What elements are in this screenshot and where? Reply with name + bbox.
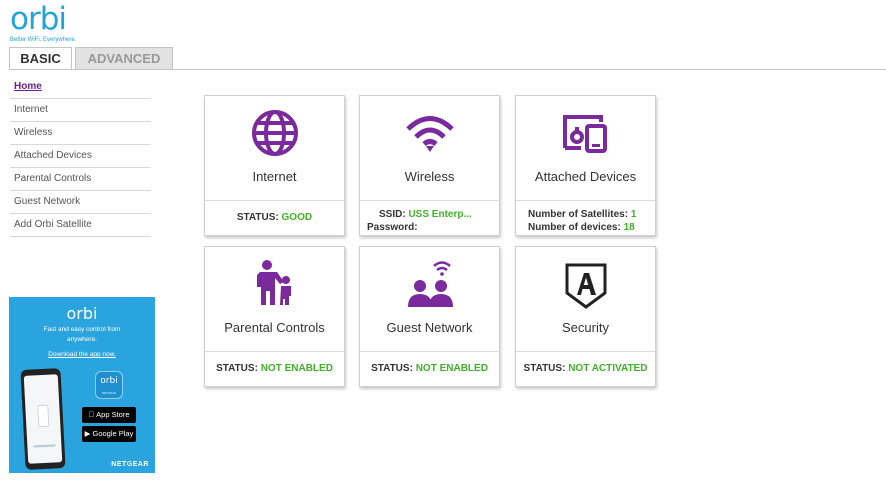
card-title: Wireless xyxy=(404,169,455,184)
status-value: NOT ACTIVATED xyxy=(568,363,648,374)
ad-text-line: anywhere. xyxy=(67,336,97,343)
devices-icon xyxy=(516,108,655,160)
orbi-app-icon: orbi NETGEAR xyxy=(95,371,123,399)
download-app-link[interactable]: Download the app now. xyxy=(9,351,155,358)
wireless-info: SSID: USS Enterp... Password: xyxy=(367,209,472,233)
status-text: STATUS: NOT ENABLED xyxy=(216,363,333,374)
sidebar-item-label: Add Orbi Satellite xyxy=(14,219,92,230)
main-tabs: BASIC ADVANCED xyxy=(9,47,176,70)
sidebar-item-label: Attached Devices xyxy=(14,150,92,161)
card-title: Parental Controls xyxy=(224,320,325,335)
status-value: GOOD xyxy=(281,212,313,223)
ad-text: Fast and easy control from anywhere. xyxy=(9,325,155,345)
orbi-app-ad[interactable]: orbi Fast and easy control from anywhere… xyxy=(9,297,155,473)
security-card[interactable]: Security STATUS: NOT ACTIVATED xyxy=(515,246,656,387)
attached-devices-info: Number of Satellites: 1 Number of device… xyxy=(528,209,637,233)
sidebar-item-parental-controls[interactable]: Parental Controls xyxy=(10,168,151,191)
guests-wifi-icon xyxy=(360,259,499,311)
attached-devices-card[interactable]: Attached Devices Number of Satellites: 1… xyxy=(515,95,656,236)
card-title: Security xyxy=(562,320,609,335)
internet-card[interactable]: Internet STATUS: GOOD xyxy=(204,95,345,236)
globe-icon xyxy=(205,108,344,160)
phone-image xyxy=(20,368,66,470)
google-play-button[interactable]: ▶ Google Play xyxy=(82,426,136,442)
tab-advanced[interactable]: ADVANCED xyxy=(75,47,173,70)
card-title: Attached Devices xyxy=(534,169,637,184)
sidebar-item-wireless[interactable]: Wireless xyxy=(10,122,151,145)
sidebar-item-internet[interactable]: Internet xyxy=(10,99,151,122)
sidebar-item-label: Guest Network xyxy=(14,196,81,207)
sidebar-item-label: Internet xyxy=(14,104,48,115)
logo-tagline: Better WiFi. Everywhere. xyxy=(10,37,77,43)
sidebar-item-label: Parental Controls xyxy=(14,173,92,184)
sidebar-item-label: Home xyxy=(14,81,42,92)
status-value: NOT ENABLED xyxy=(260,363,333,374)
sidebar-nav: Home Internet Wireless Attached Devices … xyxy=(10,76,151,237)
tabs-divider xyxy=(9,69,886,70)
armor-shield-icon xyxy=(516,259,655,311)
tab-basic[interactable]: BASIC xyxy=(9,47,72,70)
wireless-card[interactable]: Wireless SSID: USS Enterp... Password: xyxy=(359,95,500,236)
app-store-button[interactable]:  App Store xyxy=(82,407,136,423)
orbi-logo: orbi Better WiFi. Everywhere. xyxy=(10,2,90,44)
sidebar-item-add-orbi-satellite[interactable]: Add Orbi Satellite xyxy=(10,214,151,237)
devices-count: 18 xyxy=(623,222,635,233)
card-title: Internet xyxy=(252,169,297,184)
sidebar-item-home[interactable]: Home xyxy=(10,76,151,99)
sidebar-item-attached-devices[interactable]: Attached Devices xyxy=(10,145,151,168)
ad-logo: orbi xyxy=(66,304,98,323)
sidebar-item-label: Wireless xyxy=(14,127,53,138)
card-title: Guest Network xyxy=(386,320,473,335)
ad-text-line: Fast and easy control from xyxy=(43,326,121,333)
orbi-device-image xyxy=(37,404,50,428)
satellites-count: 1 xyxy=(630,209,637,220)
sidebar-item-guest-network[interactable]: Guest Network xyxy=(10,191,151,214)
status-text: STATUS: GOOD xyxy=(236,212,313,223)
guest-network-card[interactable]: Guest Network STATUS: NOT ENABLED xyxy=(359,246,500,387)
parental-controls-card[interactable]: Parental Controls STATUS: NOT ENABLED xyxy=(204,246,345,387)
ssid-value: USS Enterp... xyxy=(408,209,472,220)
status-value: NOT ENABLED xyxy=(415,363,488,374)
wifi-icon xyxy=(360,108,499,160)
status-text: STATUS: NOT ACTIVATED xyxy=(523,363,648,374)
status-text: STATUS: NOT ENABLED xyxy=(371,363,488,374)
logo-wordmark: orbi xyxy=(10,1,67,37)
netgear-brand: NETGEAR xyxy=(111,461,149,468)
parent-child-icon xyxy=(205,259,344,311)
